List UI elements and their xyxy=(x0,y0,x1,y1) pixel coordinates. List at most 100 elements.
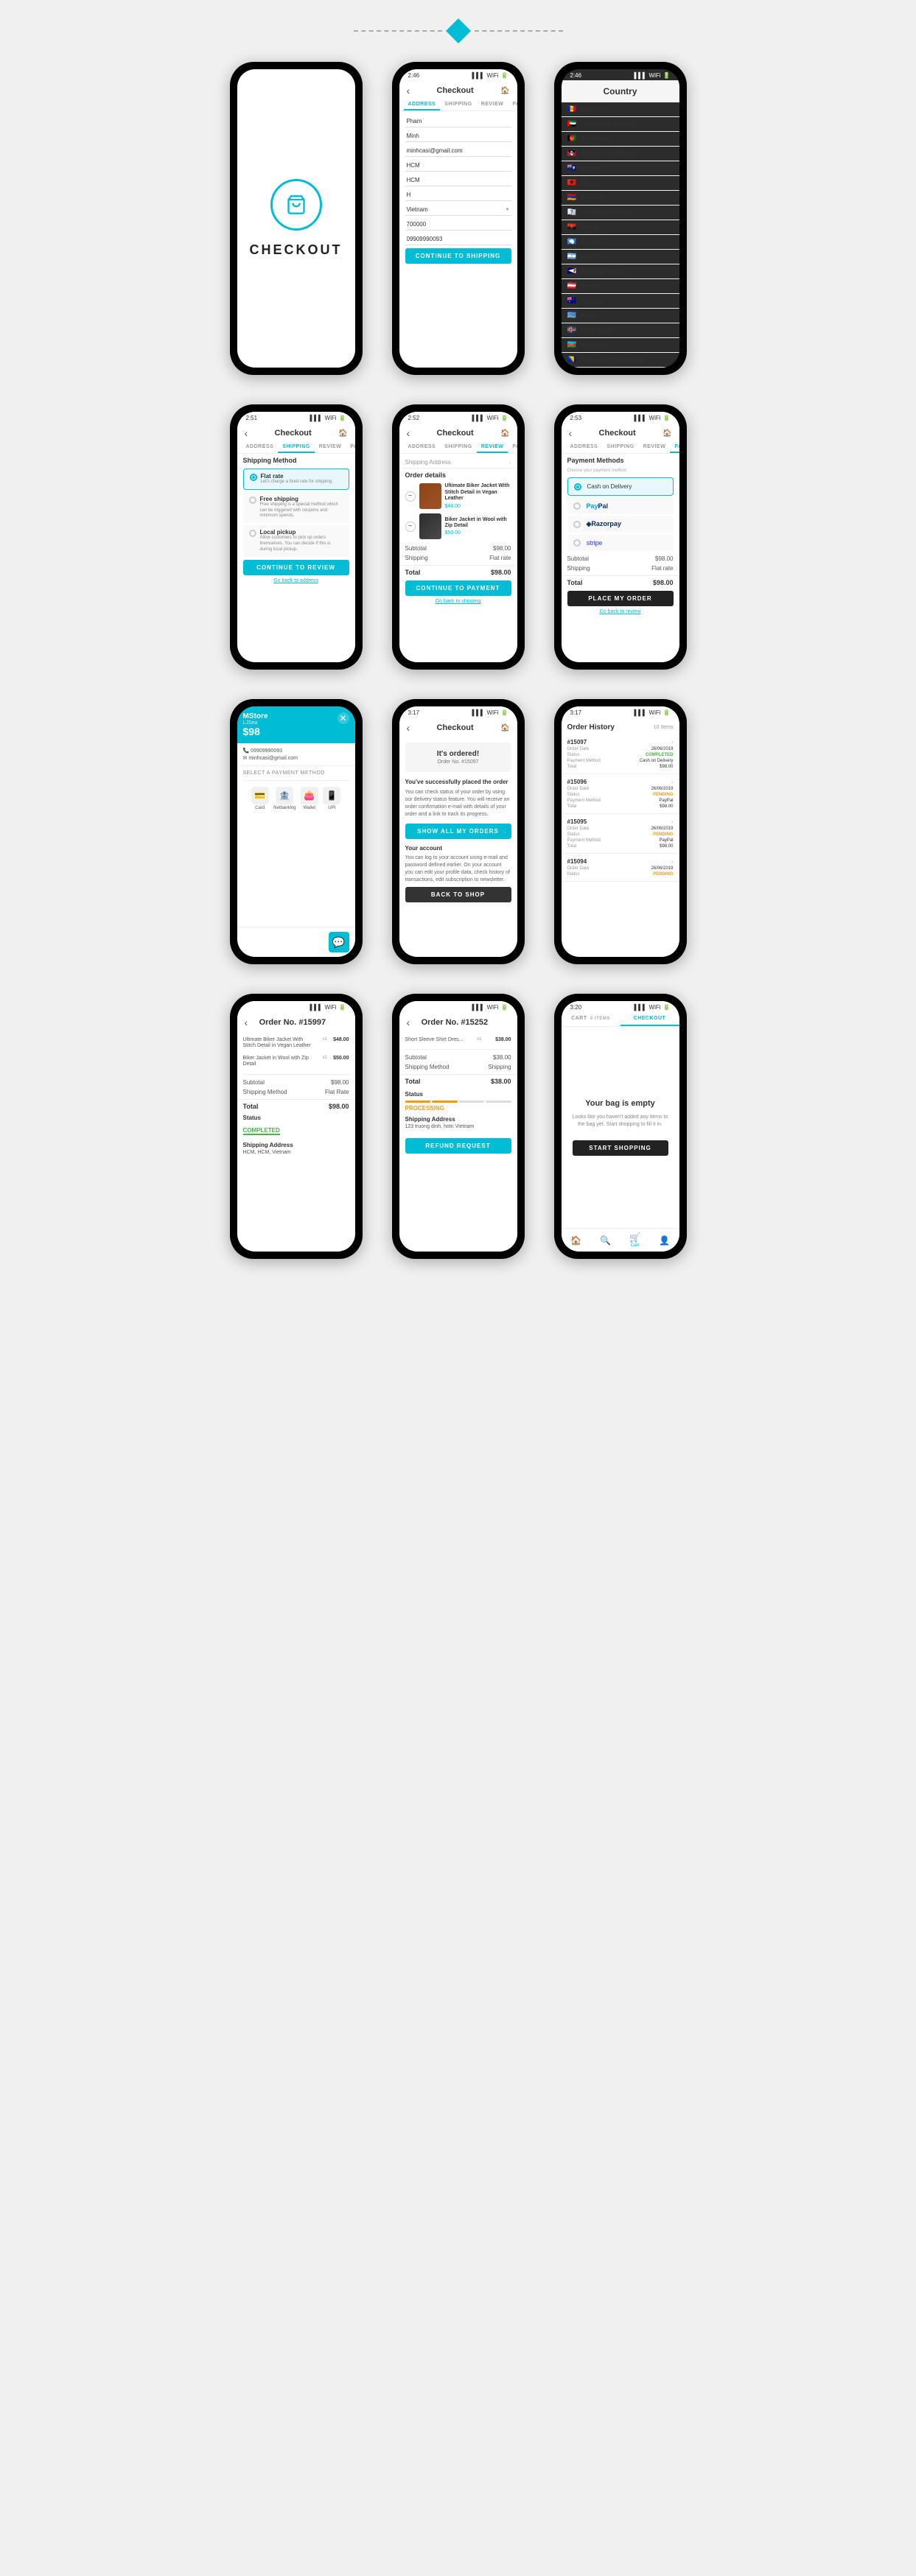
country-select[interactable]: Vietnam ▼ xyxy=(405,204,511,216)
list-item[interactable]: 🇦🇳Netherlands Antilles xyxy=(562,206,679,220)
tab-payment-2-1[interactable]: PAYMENT xyxy=(346,442,354,453)
total-label: Total xyxy=(405,569,421,576)
tab-review-2-2[interactable]: REVIEW xyxy=(477,442,508,453)
tab-payment-2-2[interactable]: PAYMENT xyxy=(508,442,517,453)
pay-netbanking[interactable]: 🏦 Netbanking xyxy=(273,787,296,810)
tab-shipping-1-2[interactable]: SHIPPING xyxy=(440,99,476,110)
order-arrow-3: › xyxy=(671,818,674,825)
list-item[interactable]: 🇦🇷Argentina xyxy=(562,250,679,264)
tab-review-2-3[interactable]: REVIEW xyxy=(639,442,671,453)
zip-field[interactable] xyxy=(405,219,511,231)
continue-review-btn[interactable]: CONTINUE TO REVIEW xyxy=(243,560,349,575)
list-item[interactable]: 🇦🇬Antigua and Barbuda xyxy=(562,147,679,161)
home-icon-1-2[interactable]: 🏠 xyxy=(500,87,509,95)
back-to-shop-btn[interactable]: BACK TO SHOP xyxy=(405,887,511,902)
chat-icon[interactable]: 💬 xyxy=(329,932,349,952)
cart-tab[interactable]: CART 0 ITEMS xyxy=(562,1012,620,1026)
continue-shipping-btn[interactable]: CONTINUE TO SHIPPING xyxy=(405,248,511,264)
order-card-1[interactable]: #15097 › Order Date 26/06/2019 Status CO… xyxy=(562,734,679,774)
first-name-field[interactable] xyxy=(405,116,511,127)
show-orders-btn[interactable]: SHOW ALL MY ORDERS xyxy=(405,824,511,839)
payment-paypal[interactable]: PayPal xyxy=(567,497,674,514)
list-item[interactable]: 🇦🇹Austria xyxy=(562,279,679,294)
shipping-flat-rate[interactable]: Flat rate Let's charge a fixed rate for … xyxy=(243,468,349,490)
start-shopping-btn[interactable]: START SHOPPING xyxy=(573,1140,668,1156)
battery-icon-2-1: 🔋 xyxy=(339,415,346,421)
email-field[interactable] xyxy=(405,145,511,157)
list-item[interactable]: 🇦🇮Anguilla xyxy=(562,161,679,176)
tab-review-1-2[interactable]: REVIEW xyxy=(477,99,508,110)
status-bar-2-3: 2:53 ▌▌▌ WiFi 🔋 xyxy=(562,412,679,423)
list-item[interactable]: 🇦🇫Afghanistan xyxy=(562,132,679,147)
tab-address-1-2[interactable]: ADDRESS xyxy=(404,99,441,110)
top-decoration xyxy=(346,22,570,40)
tab-address-2-2[interactable]: ADDRESS xyxy=(404,442,441,453)
order-total-row-1: Total $98.00 xyxy=(567,765,674,769)
phone-field[interactable] xyxy=(405,234,511,245)
tab-shipping-2-2[interactable]: SHIPPING xyxy=(440,442,476,453)
list-item[interactable]: 🇦🇱Albania xyxy=(562,176,679,191)
order-date-val-1: 26/06/2019 xyxy=(651,747,673,751)
back-to-address-link[interactable]: Go back to address xyxy=(243,578,349,583)
time-3-3: 3:17 xyxy=(570,709,582,716)
order-date-val-3: 26/06/2019 xyxy=(651,827,673,831)
list-item[interactable]: 🇦🇿Azerbaijan xyxy=(562,338,679,353)
list-item[interactable]: 🇧🇦Bosnia and Herzegovina xyxy=(562,353,679,368)
order-card-4[interactable]: #15094 › Order Date 26/06/2019 Status PE… xyxy=(562,854,679,882)
country-title: Country xyxy=(604,86,637,96)
payment-razorpay[interactable]: ◈Razorpay xyxy=(567,516,674,533)
list-item[interactable]: 🇦🇼Aruba xyxy=(562,309,679,323)
card-icon: 💳 xyxy=(251,787,269,804)
payment-cod[interactable]: Cash on Delivery xyxy=(567,477,674,496)
list-item[interactable]: 🇦🇽Aland Islands xyxy=(562,323,679,338)
home-icon-3-2[interactable]: 🏠 xyxy=(500,724,509,732)
home-icon-2-1[interactable]: 🏠 xyxy=(338,429,347,438)
back-to-shipping-link[interactable]: Go back to shipping xyxy=(405,599,511,604)
pay-card[interactable]: 💳 Card xyxy=(251,787,269,810)
list-item[interactable]: 🇦🇴Angola xyxy=(562,220,679,235)
last-name-field[interactable] xyxy=(405,130,511,142)
list-item[interactable]: 🇦🇺Australia xyxy=(562,294,679,309)
order-card-2[interactable]: #15096 › Order Date 26/06/2019 Status PE… xyxy=(562,774,679,814)
order-card-3[interactable]: #15095 › Order Date 26/06/2019 Status PE… xyxy=(562,814,679,854)
home-icon-2-3[interactable]: 🏠 xyxy=(662,429,671,438)
list-item[interactable]: 🇦🇪United Arab Emirates xyxy=(562,117,679,132)
pay-wallet[interactable]: 👛 Wallet xyxy=(301,787,318,810)
list-item[interactable]: 🇦🇲Armenia xyxy=(562,191,679,206)
nav-profile-item[interactable]: 👤 xyxy=(659,1235,670,1246)
list-item[interactable]: 🇦🇸American Samoa xyxy=(562,264,679,279)
address-field[interactable] xyxy=(405,175,511,186)
product-image-1 xyxy=(419,483,441,509)
refund-request-btn[interactable]: REFUND REQUEST xyxy=(405,1138,511,1154)
country-list[interactable]: 🇦🇩Andorra 🇦🇪United Arab Emirates 🇦🇫Afgha… xyxy=(562,102,679,368)
tab-address-2-3[interactable]: ADDRESS xyxy=(566,442,603,453)
nav-search-item[interactable]: 🔍 xyxy=(600,1235,611,1246)
tab-payment-1-2[interactable]: PAYMENT xyxy=(508,99,517,110)
continue-payment-btn[interactable]: CONTINUE TO PAYMENT xyxy=(405,580,511,596)
tab-address-2-1[interactable]: ADDRESS xyxy=(242,442,279,453)
shipping-row-4-2: Shipping Method Shipping xyxy=(399,1062,517,1072)
city-field[interactable] xyxy=(405,160,511,172)
tab-payment-2-3[interactable]: PAYMENT xyxy=(670,442,679,453)
cart-label: CART xyxy=(571,1016,587,1021)
pay-upi[interactable]: 📱 UPI xyxy=(323,787,340,810)
shipping-local[interactable]: Local pickup Allow customers to pick up … xyxy=(243,525,349,556)
list-item[interactable]: 🇦🇩Andorra xyxy=(562,102,679,117)
back-to-review-link[interactable]: Go back to review xyxy=(567,609,674,614)
nav-cart-item[interactable]: 🛒 Cart xyxy=(629,1232,640,1248)
shipping-free[interactable]: Free shipping Free shipping is a special… xyxy=(243,492,349,523)
nav-home-item[interactable]: 🏠 xyxy=(570,1235,581,1246)
place-order-btn[interactable]: PLACE MY ORDER xyxy=(567,591,674,606)
home-icon-2-2[interactable]: 🏠 xyxy=(500,429,509,438)
tab-review-2-1[interactable]: REVIEW xyxy=(315,442,346,453)
state-field[interactable] xyxy=(405,189,511,201)
remove-item-2-btn[interactable]: − xyxy=(405,522,416,532)
checkout-tab[interactable]: CHECKOUT xyxy=(620,1012,679,1026)
remove-item-1-btn[interactable]: − xyxy=(405,491,416,502)
time-3-2: 3:17 xyxy=(408,709,420,716)
list-item[interactable]: 🇦🇶Antarctica xyxy=(562,235,679,250)
tab-shipping-2-3[interactable]: SHIPPING xyxy=(602,442,638,453)
tab-shipping-2-1[interactable]: SHIPPING xyxy=(278,442,314,453)
payment-stripe[interactable]: stripe xyxy=(567,534,674,551)
shipping-address-section: Shipping Address › xyxy=(399,457,517,468)
